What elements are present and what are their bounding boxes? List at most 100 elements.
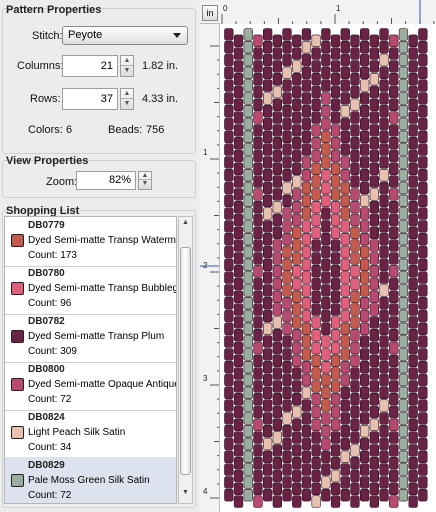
bead bbox=[282, 284, 292, 297]
columns-input[interactable]: 21 bbox=[62, 55, 118, 77]
bead bbox=[389, 188, 399, 201]
bead bbox=[292, 252, 302, 265]
bead bbox=[253, 98, 263, 112]
bead bbox=[321, 296, 331, 310]
bead bbox=[262, 143, 273, 156]
bead bbox=[389, 47, 399, 60]
list-item[interactable]: DB0779 Dyed Semi-matte Transp Watermelon… bbox=[5, 217, 176, 267]
bead bbox=[369, 354, 379, 367]
list-item[interactable]: DB0824 Light Peach Silk Satin Count: 34 bbox=[5, 409, 176, 459]
bead bbox=[350, 252, 360, 265]
bead bbox=[253, 418, 263, 431]
bead bbox=[224, 284, 234, 297]
bead bbox=[233, 482, 244, 495]
bead bbox=[350, 495, 360, 508]
stepper-down-icon[interactable]: ▼ bbox=[139, 180, 151, 188]
pattern-properties-title: Pattern Properties bbox=[6, 4, 102, 16]
bead bbox=[311, 469, 321, 483]
view-properties-title: View Properties bbox=[6, 155, 89, 167]
bead bbox=[224, 53, 234, 67]
bead bbox=[262, 66, 273, 80]
bead bbox=[389, 72, 399, 86]
bead bbox=[282, 348, 292, 361]
bead bbox=[418, 40, 428, 54]
columns-stepper[interactable]: ▲ ▼ bbox=[120, 55, 134, 77]
list-item[interactable]: DB0800 Dyed Semi-matte Opaque Antique Ro… bbox=[5, 361, 176, 411]
bead bbox=[292, 367, 302, 380]
bead bbox=[292, 149, 302, 163]
bead bbox=[369, 392, 379, 406]
bead bbox=[350, 316, 360, 329]
bead bbox=[398, 28, 409, 41]
bead bbox=[369, 418, 379, 431]
bead bbox=[389, 137, 399, 150]
bead bbox=[330, 367, 341, 380]
shopping-list[interactable]: DB0779 Dyed Semi-matte Transp Watermelon… bbox=[4, 216, 177, 504]
bead bbox=[253, 201, 263, 214]
bead bbox=[379, 488, 389, 502]
bead bbox=[253, 213, 263, 227]
bead bbox=[224, 309, 234, 323]
bead bbox=[321, 105, 331, 118]
bead-name: Pale Moss Green Silk Satin bbox=[28, 475, 150, 486]
list-item-selected[interactable]: DB0829 Pale Moss Green Silk Satin Count:… bbox=[5, 457, 176, 503]
stitch-select[interactable]: Peyote bbox=[62, 26, 188, 45]
bead bbox=[243, 28, 253, 41]
zoom-input[interactable]: 82% bbox=[76, 171, 136, 190]
bead bbox=[360, 412, 370, 425]
rows-stepper[interactable]: ▲ ▼ bbox=[120, 88, 134, 110]
zoom-stepper[interactable]: ▲ ▼ bbox=[138, 171, 152, 190]
bead-name: Dyed Semi-matte Transp Plum bbox=[28, 331, 165, 342]
bead bbox=[350, 277, 360, 291]
bead bbox=[311, 252, 321, 265]
ruler-label: 0 bbox=[223, 4, 228, 13]
bead bbox=[292, 188, 302, 201]
bead bbox=[369, 405, 379, 419]
stepper-down-icon[interactable]: ▼ bbox=[121, 66, 133, 76]
bead bbox=[253, 72, 263, 86]
stepper-up-icon[interactable]: ▲ bbox=[121, 56, 133, 66]
stepper-up-icon[interactable]: ▲ bbox=[121, 89, 133, 99]
bead bbox=[340, 412, 350, 425]
bead bbox=[253, 380, 263, 393]
bead bbox=[311, 226, 321, 239]
bead bbox=[272, 72, 282, 86]
bead bbox=[272, 328, 282, 342]
bead bbox=[389, 290, 399, 303]
bead-code: DB0782 bbox=[28, 316, 65, 327]
bead bbox=[369, 137, 379, 150]
bead bbox=[340, 296, 350, 310]
bead bbox=[292, 85, 302, 99]
scrollbar-thumb[interactable] bbox=[180, 247, 191, 475]
list-item[interactable]: DB0782 Dyed Semi-matte Transp Plum Count… bbox=[5, 313, 176, 363]
bead-canvas[interactable] bbox=[220, 24, 436, 512]
stepper-down-icon[interactable]: ▼ bbox=[121, 99, 133, 109]
bead bbox=[340, 373, 350, 387]
rows-input[interactable]: 37 bbox=[62, 88, 118, 110]
bead bbox=[360, 79, 370, 92]
bead bbox=[233, 469, 244, 483]
list-scrollbar[interactable]: ▲ ▼ bbox=[178, 216, 193, 504]
bead bbox=[243, 105, 253, 118]
bead bbox=[408, 405, 418, 419]
bead bbox=[408, 137, 418, 150]
scroll-up-icon[interactable]: ▲ bbox=[179, 219, 192, 231]
scroll-down-icon[interactable]: ▼ bbox=[179, 489, 192, 501]
bead bbox=[408, 162, 418, 175]
bead bbox=[398, 463, 409, 476]
ruler-label: 4 bbox=[203, 487, 208, 496]
bead bbox=[330, 72, 341, 86]
bead bbox=[253, 405, 263, 419]
bead bbox=[224, 450, 234, 463]
bead bbox=[398, 194, 409, 207]
unit-toggle-button[interactable]: in bbox=[202, 5, 218, 21]
bead bbox=[262, 335, 273, 348]
bead bbox=[321, 181, 331, 195]
bead bbox=[369, 290, 379, 303]
bead bbox=[369, 213, 379, 227]
bead bbox=[379, 360, 389, 374]
list-item[interactable]: DB0780 Dyed Semi-matte Transp Bubblegum … bbox=[5, 265, 176, 315]
bead bbox=[350, 226, 360, 239]
stepper-up-icon[interactable]: ▲ bbox=[139, 172, 151, 180]
bead bbox=[262, 348, 273, 361]
